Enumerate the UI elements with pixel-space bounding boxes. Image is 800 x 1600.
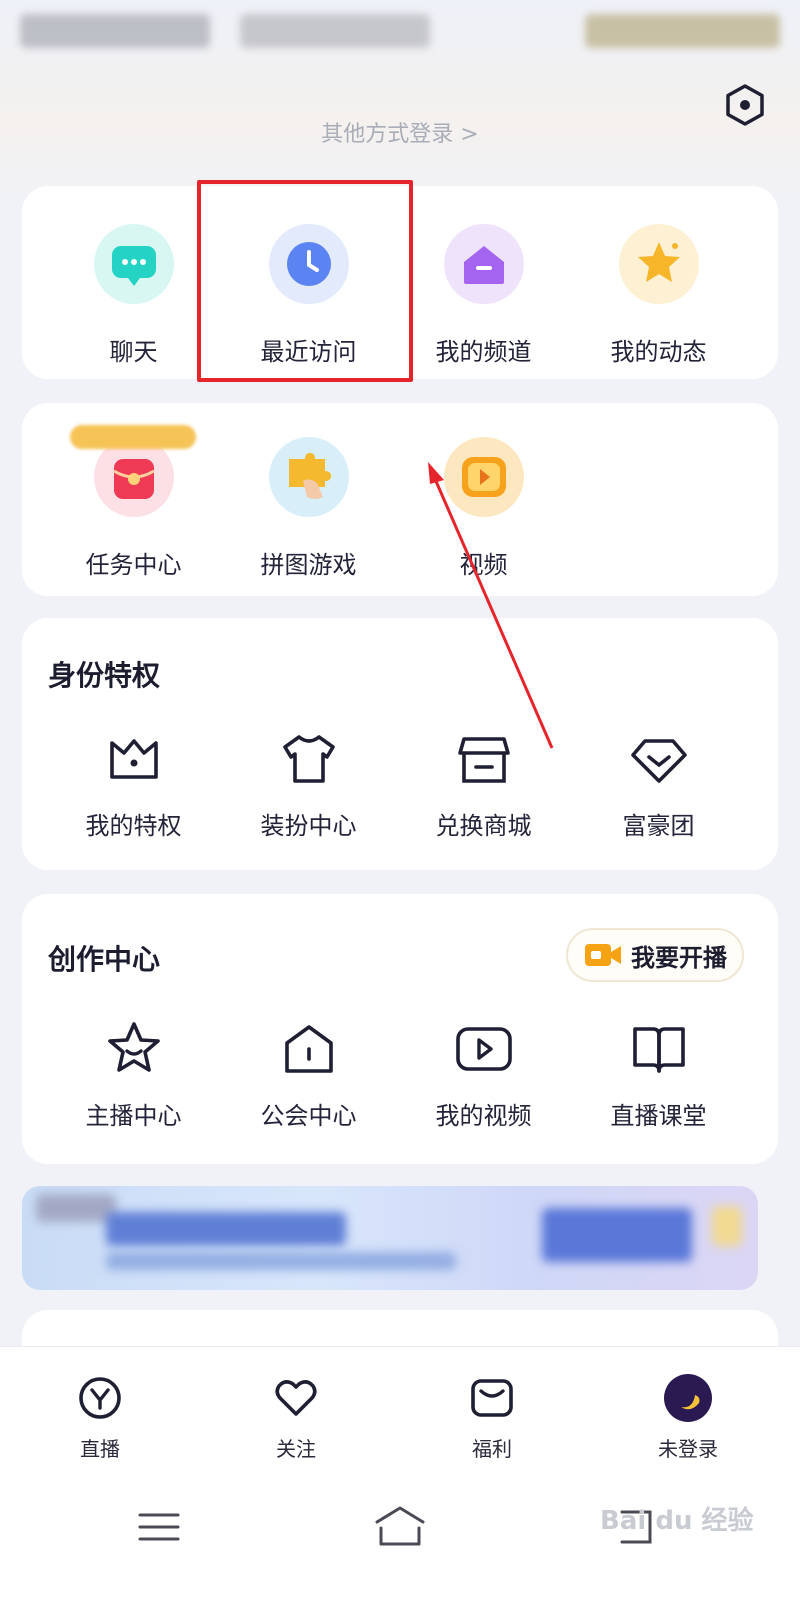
annotation-arrow	[428, 462, 554, 749]
